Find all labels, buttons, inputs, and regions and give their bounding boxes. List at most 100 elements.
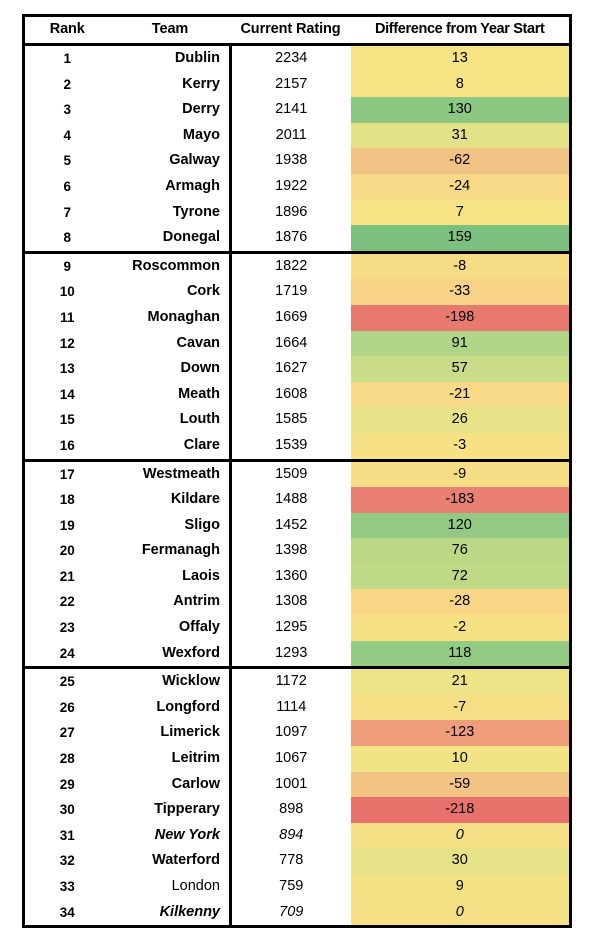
cell-team: Galway [109, 148, 232, 174]
cell-team: Sligo [109, 512, 232, 539]
header-row: Rank Team Current Rating Difference from… [23, 15, 571, 46]
cell-difference: -218 [350, 797, 571, 823]
cell-difference: 9 [350, 874, 571, 900]
cell-team: Leitrim [109, 746, 232, 772]
cell-current-rating: 1293 [230, 640, 351, 670]
cell-difference: 30 [350, 848, 571, 874]
difference-heatmap-swatch: 91 [350, 330, 569, 357]
cell-current-rating: 2157 [230, 71, 351, 98]
cell-current-rating: 1001 [230, 771, 351, 798]
cell-team: Kerry [109, 71, 232, 98]
table-row: 13 Down 1627 57 [23, 356, 571, 382]
table-row: 23 Offaly 1295 -2 [23, 615, 571, 641]
cell-difference: 72 [350, 563, 571, 590]
table-body: 1 Dublin 2234 13 2 Kerry 2157 8 3 Derry 2141 130 4 Ma… [23, 44, 571, 927]
cell-current-rating: 1488 [230, 487, 351, 513]
difference-heatmap-swatch: -21 [350, 381, 569, 408]
cell-current-rating: 1938 [230, 148, 351, 174]
cell-current-rating: 1509 [230, 460, 351, 488]
cell-team: Clare [109, 432, 232, 462]
cell-current-rating: 2141 [230, 97, 351, 123]
table-row: 4 Mayo 2011 31 [23, 122, 571, 149]
cell-rank: 7 [23, 199, 110, 226]
cell-current-rating: 898 [230, 797, 351, 823]
table-row: 24 Wexford 1293 118 [23, 640, 571, 670]
cell-difference: 10 [350, 746, 571, 772]
cell-team: Roscommon [109, 252, 232, 280]
cell-rank: 33 [23, 874, 110, 900]
cell-difference: -123 [350, 720, 571, 747]
cell-rank: 31 [23, 822, 110, 849]
table-header: Rank Team Current Rating Difference from… [23, 15, 571, 46]
cell-difference: 31 [350, 122, 571, 149]
cell-team: Derry [109, 97, 232, 123]
cell-team: Offaly [109, 615, 232, 641]
cell-rank: 2 [23, 71, 110, 98]
cell-difference: 57 [350, 356, 571, 382]
difference-heatmap-swatch: -2 [350, 615, 569, 641]
table-row: 9 Roscommon 1822 -8 [23, 252, 571, 280]
cell-rank: 11 [23, 304, 110, 331]
cell-rank: 8 [23, 225, 110, 254]
cell-current-rating: 2234 [230, 44, 351, 72]
table-row: 10 Cork 1719 -33 [23, 279, 571, 305]
table-row: 17 Westmeath 1509 -9 [23, 460, 571, 488]
cell-difference: -2 [350, 615, 571, 641]
cell-current-rating: 1585 [230, 407, 351, 433]
cell-team: Carlow [109, 771, 232, 798]
cell-team: Mayo [109, 122, 232, 149]
cell-difference: 8 [350, 71, 571, 98]
cell-difference: -183 [350, 487, 571, 513]
cell-rank: 30 [23, 797, 110, 823]
column-header-difference-from-year-start: Difference from Year Start [350, 15, 571, 46]
cell-team: Kilkenny [109, 899, 232, 927]
difference-heatmap-swatch: -24 [350, 173, 569, 200]
cell-current-rating: 1896 [230, 199, 351, 226]
cell-difference: -33 [350, 279, 571, 305]
column-header-current-rating: Current Rating [230, 15, 351, 46]
cell-rank: 32 [23, 848, 110, 874]
cell-team: Tipperary [109, 797, 232, 823]
cell-current-rating: 1295 [230, 615, 351, 641]
difference-heatmap-swatch: 13 [350, 46, 569, 72]
cell-current-rating: 709 [230, 899, 351, 927]
cell-team: Antrim [109, 589, 232, 616]
cell-current-rating: 759 [230, 874, 351, 900]
table-row: 15 Louth 1585 26 [23, 407, 571, 433]
table-row: 30 Tipperary 898 -218 [23, 797, 571, 823]
cell-rank: 12 [23, 330, 110, 357]
cell-current-rating: 2011 [230, 122, 351, 149]
table-row: 12 Cavan 1664 91 [23, 330, 571, 357]
cell-current-rating: 1664 [230, 330, 351, 357]
difference-heatmap-swatch: 8 [350, 71, 569, 98]
cell-difference: 21 [350, 667, 571, 695]
cell-team: Laois [109, 563, 232, 590]
cell-difference: 0 [350, 822, 571, 849]
cell-current-rating: 1922 [230, 173, 351, 200]
cell-difference: 130 [350, 97, 571, 123]
cell-team: Tyrone [109, 199, 232, 226]
cell-current-rating: 1308 [230, 589, 351, 616]
cell-rank: 27 [23, 720, 110, 747]
cell-current-rating: 1452 [230, 512, 351, 539]
cell-difference: 26 [350, 407, 571, 433]
cell-team: Meath [109, 381, 232, 408]
table-row: 7 Tyrone 1896 7 [23, 199, 571, 226]
cell-rank: 5 [23, 148, 110, 174]
cell-rank: 6 [23, 173, 110, 200]
cell-current-rating: 1398 [230, 538, 351, 564]
cell-difference: 159 [350, 225, 571, 254]
cell-difference: -24 [350, 173, 571, 200]
difference-heatmap-swatch: -8 [350, 253, 569, 280]
cell-team: Louth [109, 407, 232, 433]
cell-rank: 16 [23, 432, 110, 462]
cell-difference: 91 [350, 330, 571, 357]
table-row: 6 Armagh 1922 -24 [23, 173, 571, 200]
difference-heatmap-swatch: 0 [350, 822, 569, 849]
cell-rank: 22 [23, 589, 110, 616]
cell-current-rating: 1114 [230, 694, 351, 721]
cell-rank: 29 [23, 771, 110, 798]
cell-team: Limerick [109, 720, 232, 747]
cell-rank: 26 [23, 694, 110, 721]
cell-difference: 13 [350, 44, 571, 72]
